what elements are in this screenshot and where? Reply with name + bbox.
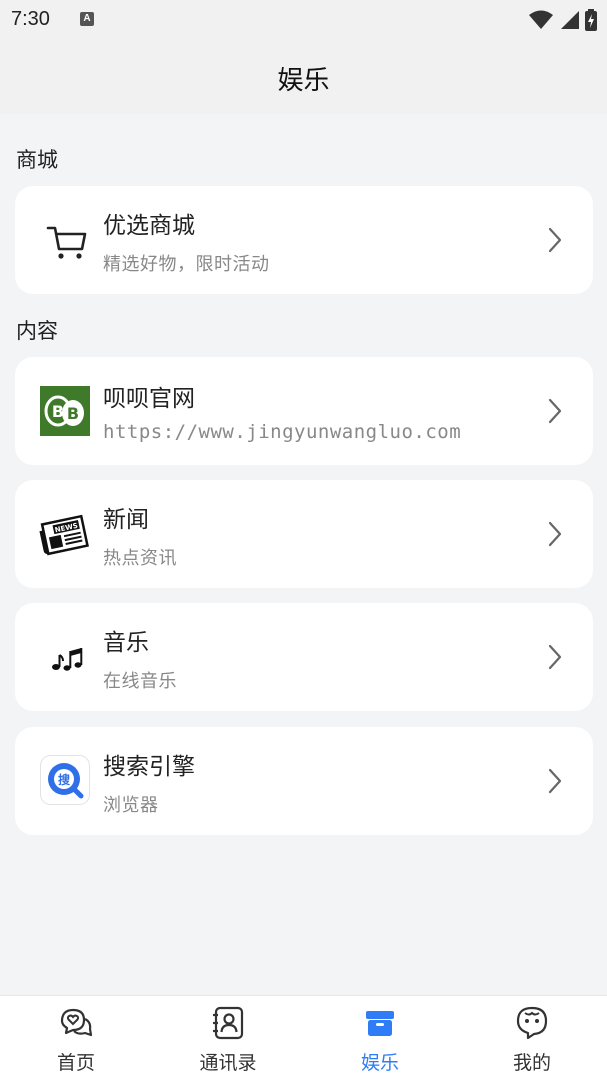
list-item-mall[interactable]: 优选商城 精选好物，限时活动 xyxy=(15,186,593,294)
item-subtitle: 热点资讯 xyxy=(103,548,177,569)
item-title: 音乐 xyxy=(103,630,149,656)
chevron-right-icon xyxy=(548,227,562,253)
nav-label: 我的 xyxy=(512,1052,551,1074)
signal-icon xyxy=(561,11,579,29)
nav-label: 首页 xyxy=(56,1052,95,1074)
section-label-mall: 商城 xyxy=(16,148,58,172)
nav-item-profile[interactable]: 我的 xyxy=(456,996,607,1081)
page-title: 娱乐 xyxy=(277,65,330,96)
nav-item-entertainment[interactable]: 娱乐 xyxy=(304,996,456,1081)
newspaper-icon: NEWS xyxy=(39,510,91,562)
music-notes-icon xyxy=(41,633,93,685)
status-bar: 7:30 A xyxy=(0,0,607,42)
bb-logo-icon: B B xyxy=(40,386,90,436)
section-label-content: 内容 xyxy=(16,319,58,343)
battery-icon xyxy=(585,9,597,31)
nav-item-contacts[interactable]: 通讯录 xyxy=(152,996,304,1081)
contacts-icon xyxy=(213,1006,244,1040)
item-title: 优选商城 xyxy=(103,213,195,239)
svg-text:搜: 搜 xyxy=(58,772,71,787)
bottom-nav: 首页 通讯录 娱乐 我的 xyxy=(0,995,607,1081)
item-subtitle: https://www.jingyunwangluo.com xyxy=(103,421,462,443)
chevron-right-icon xyxy=(548,768,562,794)
svg-text:B: B xyxy=(52,402,64,421)
status-icons xyxy=(529,9,597,31)
item-title: 新闻 xyxy=(103,507,149,533)
page-header: 娱乐 xyxy=(0,42,607,114)
nav-item-home[interactable]: 首页 xyxy=(0,996,152,1081)
item-subtitle: 在线音乐 xyxy=(103,671,177,692)
notification-a-icon: A xyxy=(80,12,94,26)
profile-bubble-icon xyxy=(516,1006,548,1040)
item-title: 搜索引擎 xyxy=(103,754,195,780)
entertainment-box-icon xyxy=(366,1011,394,1036)
svg-text:B: B xyxy=(67,404,79,423)
home-chat-icon xyxy=(60,1008,93,1037)
nav-label: 娱乐 xyxy=(360,1052,399,1074)
list-item-music[interactable]: 音乐 在线音乐 xyxy=(15,603,593,711)
chevron-right-icon xyxy=(548,521,562,547)
nav-label: 通讯录 xyxy=(199,1052,257,1074)
status-time: 7:30 xyxy=(11,8,50,30)
cart-icon xyxy=(41,216,93,268)
wifi-icon xyxy=(529,10,553,29)
search-app-icon: 搜 xyxy=(40,755,90,805)
chevron-right-icon xyxy=(548,644,562,670)
item-subtitle: 浏览器 xyxy=(103,795,159,816)
list-item-search-engine[interactable]: 搜 搜索引擎 浏览器 xyxy=(15,727,593,835)
chevron-right-icon xyxy=(548,398,562,424)
item-subtitle: 精选好物，限时活动 xyxy=(103,254,270,275)
item-title: 呗呗官网 xyxy=(103,386,195,412)
list-item-news[interactable]: NEWS 新闻 热点资讯 xyxy=(15,480,593,588)
list-item-bb-website[interactable]: B B 呗呗官网 https://www.jingyunwangluo.com xyxy=(15,357,593,465)
